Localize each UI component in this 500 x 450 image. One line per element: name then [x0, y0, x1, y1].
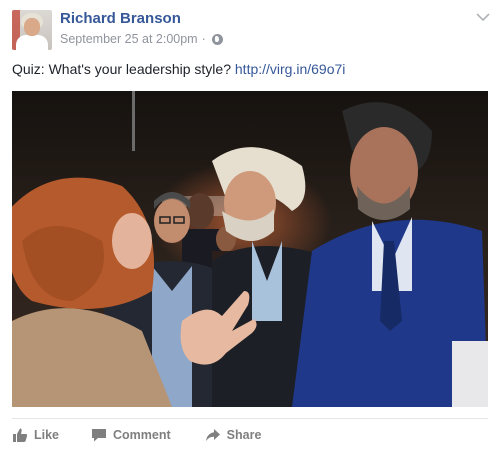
post-link[interactable]: http://virg.in/69o7i: [235, 61, 346, 77]
like-button[interactable]: Like: [12, 427, 59, 443]
post-actions: Like Comment Share: [12, 425, 261, 445]
comment-button[interactable]: Comment: [91, 427, 171, 443]
feed-post: Richard Branson September 25 at 2:00pm ·…: [0, 0, 500, 450]
actions-divider: [12, 418, 488, 419]
share-button[interactable]: Share: [205, 427, 262, 443]
author-name[interactable]: Richard Branson: [60, 10, 181, 27]
meta-separator: ·: [201, 32, 206, 46]
comment-label: Comment: [113, 428, 171, 442]
photo-illustration: [12, 91, 488, 407]
post-meta: September 25 at 2:00pm ·: [60, 31, 223, 47]
comment-icon: [92, 429, 107, 442]
like-label: Like: [34, 428, 60, 442]
chevron-down-icon[interactable]: [476, 12, 490, 22]
post-message: Quiz: What's your leadership style?: [12, 61, 231, 77]
author-avatar[interactable]: [12, 10, 52, 50]
globe-icon[interactable]: [211, 33, 223, 45]
share-label: Share: [226, 428, 262, 442]
thumbs-up-icon: [13, 428, 28, 442]
post-photo[interactable]: [12, 91, 488, 407]
share-icon: [205, 429, 220, 441]
post-text: Quiz: What's your leadership style? http…: [12, 61, 345, 77]
post-timestamp[interactable]: September 25 at 2:00pm: [60, 32, 198, 46]
